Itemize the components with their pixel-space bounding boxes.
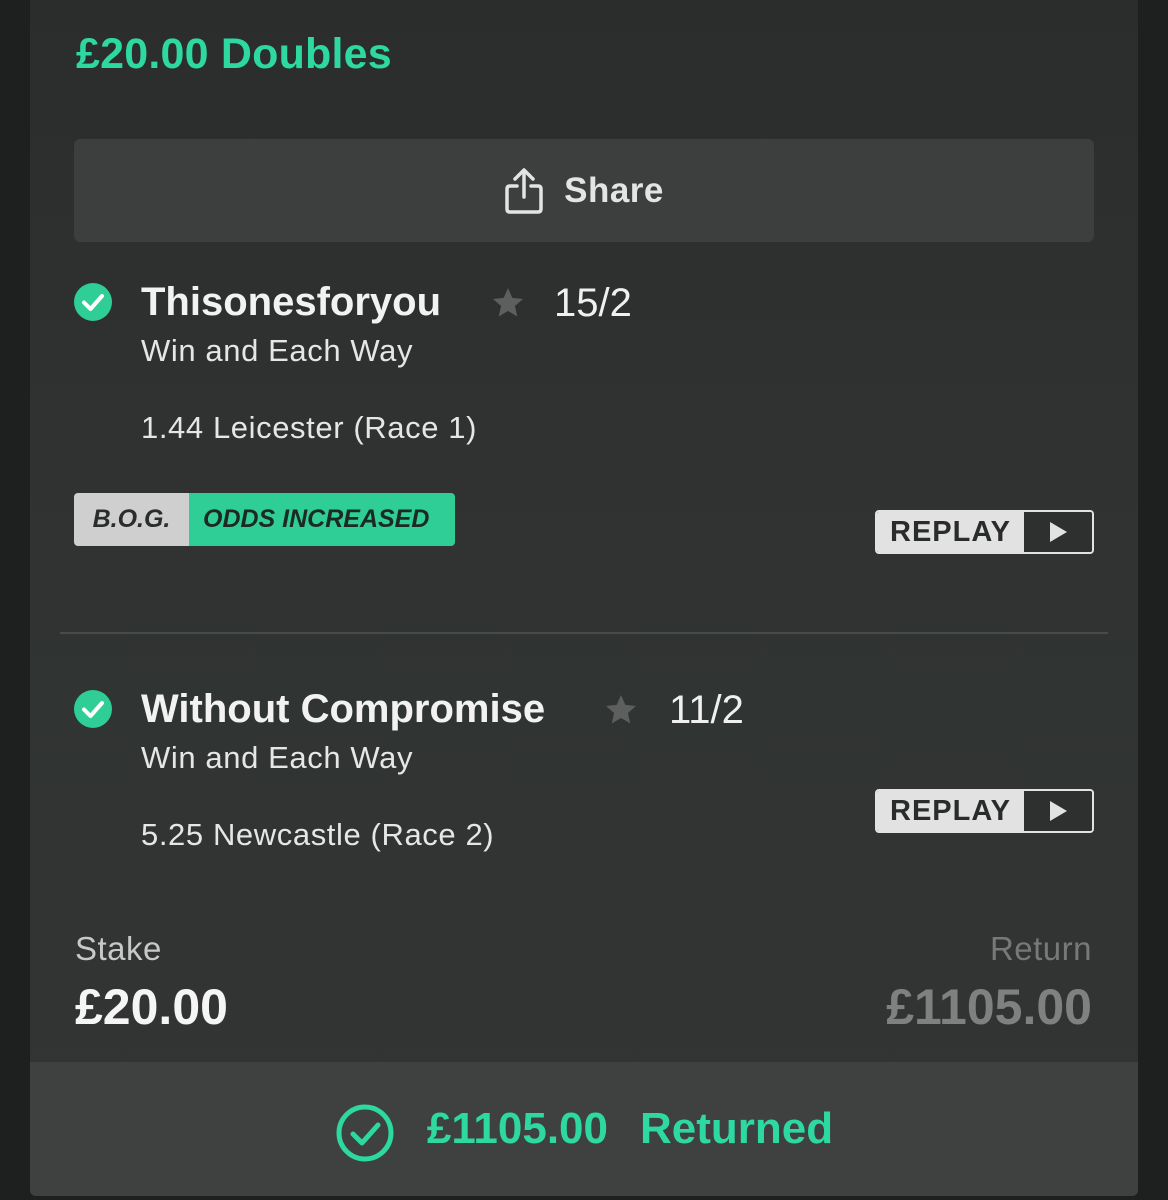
replay-button[interactable]: REPLAY: [875, 789, 1094, 833]
play-icon: [1024, 791, 1092, 831]
market-type: Win and Each Way: [141, 333, 414, 368]
divider: [60, 632, 1108, 634]
share-button[interactable]: Share: [74, 139, 1094, 242]
star-icon[interactable]: [603, 692, 639, 728]
runner-name: Without Compromise: [141, 687, 546, 731]
bet-card: £20.00 Doubles Share Thisonesforyou 15/2…: [30, 0, 1138, 1196]
bog-label: B.O.G.: [74, 493, 189, 546]
returned-amount: £1105.00: [426, 1104, 608, 1153]
check-circle-icon: [74, 283, 112, 321]
stake-label: Stake: [75, 930, 162, 967]
runner-name: Thisonesforyou: [141, 280, 442, 324]
star-icon[interactable]: [490, 285, 526, 321]
event-name: 5.25 Newcastle (Race 2): [141, 817, 495, 852]
bog-badge: B.O.G. ODDS INCREASED: [74, 493, 455, 546]
odds[interactable]: 11/2: [669, 688, 744, 733]
replay-label: REPLAY: [877, 791, 1024, 831]
replay-label: REPLAY: [877, 512, 1024, 552]
bet-title: £20.00 Doubles: [76, 30, 392, 78]
share-icon: [504, 167, 544, 215]
replay-button[interactable]: REPLAY: [875, 510, 1094, 554]
check-circle-icon: [335, 1103, 395, 1163]
return-value: £1105.00: [886, 979, 1092, 1035]
market-type: Win and Each Way: [141, 740, 414, 775]
odds[interactable]: 15/2: [554, 281, 632, 326]
play-icon: [1024, 512, 1092, 552]
returned-bar: £1105.00 Returned: [30, 1062, 1138, 1196]
return-label: Return: [989, 930, 1092, 967]
returned-label: Returned: [639, 1104, 834, 1153]
share-label: Share: [564, 170, 664, 210]
event-name: 1.44 Leicester (Race 1): [141, 410, 478, 445]
stake-value: £20.00: [75, 979, 228, 1035]
odds-increased-label: ODDS INCREASED: [189, 493, 455, 546]
check-circle-icon: [74, 690, 112, 728]
